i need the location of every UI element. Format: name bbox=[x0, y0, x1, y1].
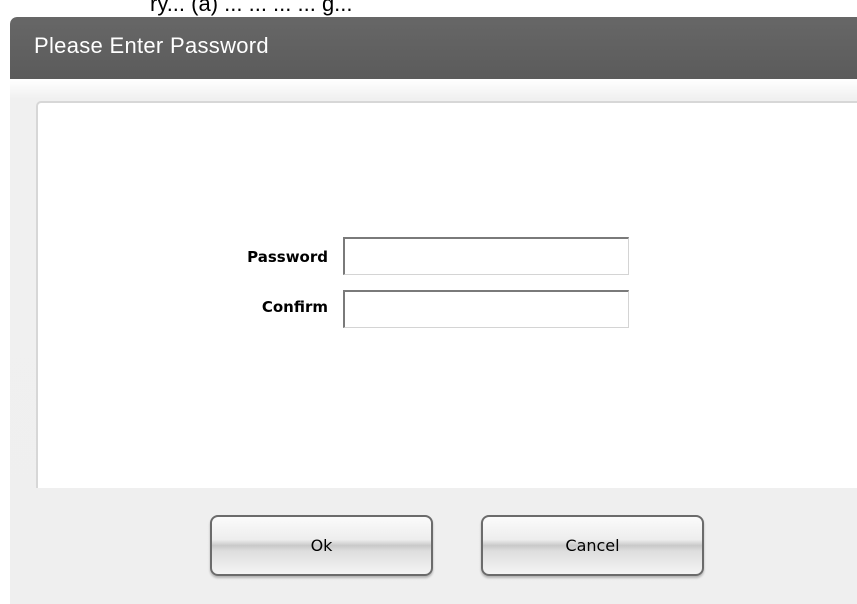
title-bar[interactable]: Please Enter Password bbox=[10, 17, 857, 79]
dialog-title: Please Enter Password bbox=[34, 33, 269, 58]
ok-button-label: Ok bbox=[310, 536, 333, 555]
ok-button[interactable]: Ok bbox=[210, 515, 433, 576]
background-page-text: ry... (a) ... ... ... ... g... bbox=[150, 0, 353, 16]
background-page-strip: ry... (a) ... ... ... ... g... bbox=[0, 0, 857, 18]
password-dialog: Please Enter Password Password Confirm O… bbox=[10, 17, 857, 604]
confirm-label: Confirm bbox=[261, 298, 328, 316]
cancel-button-label: Cancel bbox=[565, 536, 620, 555]
confirm-input[interactable] bbox=[343, 290, 629, 328]
password-label: Password bbox=[247, 248, 328, 266]
content-panel: Password Confirm bbox=[36, 101, 857, 488]
cancel-button[interactable]: Cancel bbox=[481, 515, 704, 576]
password-input[interactable] bbox=[343, 237, 629, 275]
